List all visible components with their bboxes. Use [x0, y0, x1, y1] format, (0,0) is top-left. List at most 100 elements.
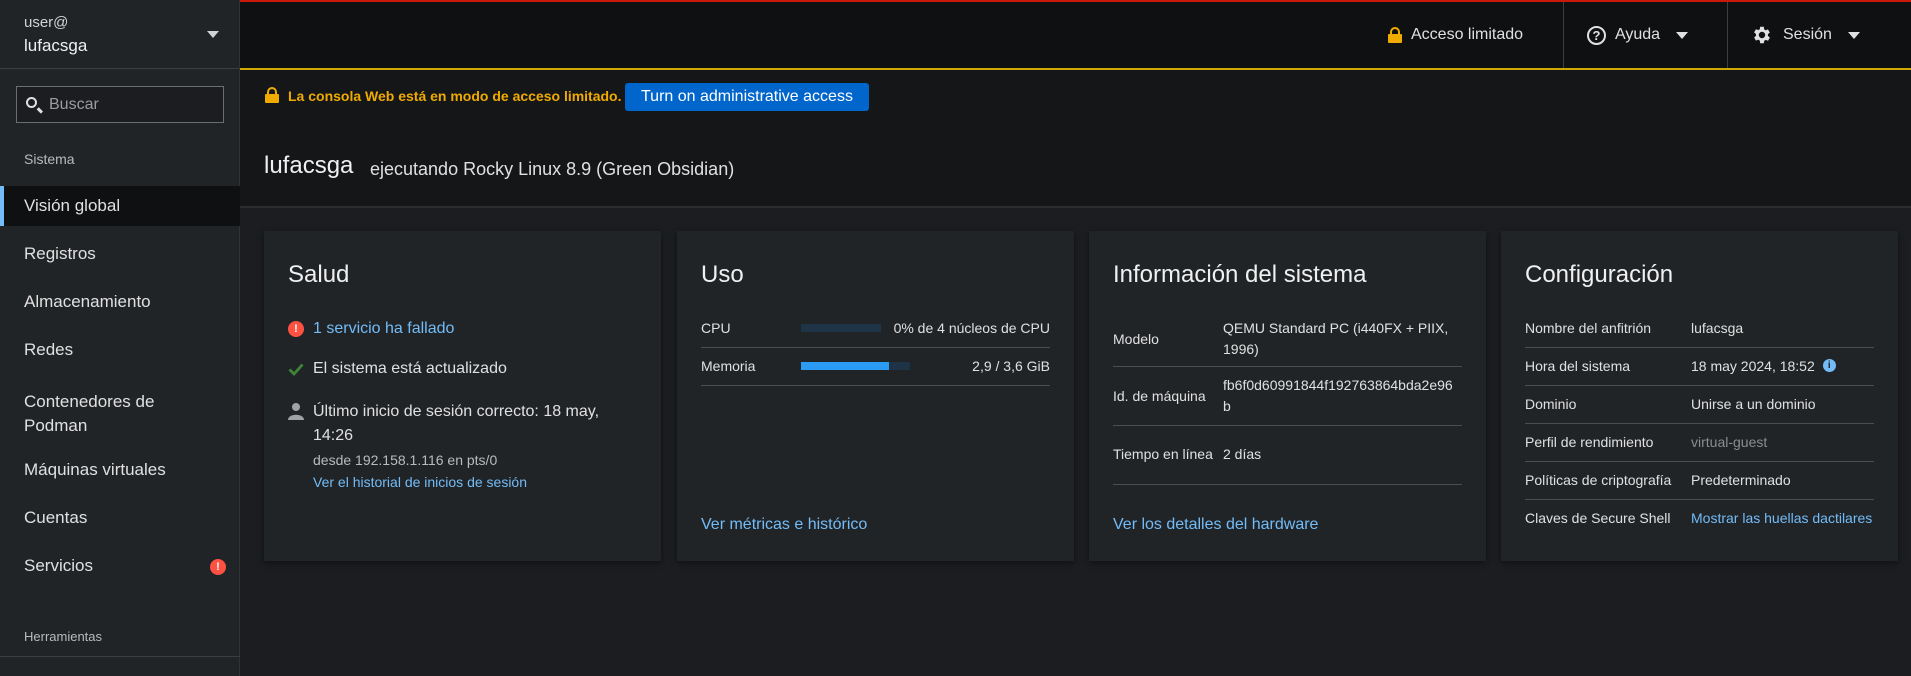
help-icon: ?: [1587, 25, 1606, 45]
uptime-row: Tiempo en línea 2 días: [1113, 425, 1462, 485]
cpu-label: CPU: [701, 320, 731, 336]
host-switcher[interactable]: user@ lufacsga: [0, 0, 239, 69]
sidebar-item-label: Registros: [24, 244, 96, 263]
ssh-keys-label: Claves de Secure Shell: [1525, 510, 1671, 526]
crypto-policy-row: Políticas de criptografía Predeterminado: [1525, 461, 1874, 500]
failed-services-link[interactable]: 1 servicio ha fallado: [313, 320, 454, 338]
last-login-text: Último inicio de sesión correcto: 18 may…: [313, 403, 600, 444]
page-title: lufacsga: [264, 152, 354, 179]
sidebar-item-label: Almacenamiento: [24, 292, 151, 311]
model-label: Modelo: [1113, 330, 1159, 347]
check-icon: [288, 363, 304, 377]
lock-icon: [1388, 27, 1402, 43]
sidebar-item-label: Cuentas: [24, 508, 88, 527]
page-header: lufacsga ejecutando Rocky Linux 8.9 (Gre…: [240, 126, 1911, 208]
limited-access-label: Acceso limitado: [1411, 26, 1524, 43]
sidebar-item-services[interactable]: Servicios !: [0, 546, 240, 586]
machine-id-value: fb6f0d60991844f192763864bda2e96b: [1223, 376, 1453, 414]
sidebar-item-label: Visión global: [24, 196, 121, 215]
divider: [1563, 2, 1564, 68]
limited-access-alert: La consola Web está en modo de acceso li…: [240, 70, 1911, 126]
admin-access-button[interactable]: Turn on administrative access: [625, 83, 869, 111]
sidebar-item-storage[interactable]: Almacenamiento: [0, 282, 240, 322]
ssh-fingerprints-link[interactable]: Mostrar las huellas dactilares: [1691, 510, 1872, 526]
sidebar-item-accounts[interactable]: Cuentas: [0, 498, 240, 538]
configuration-card: Configuración Nombre del anfitrión lufac…: [1501, 231, 1898, 561]
failed-services-row: ! 1 servicio ha fallado: [288, 320, 454, 338]
model-value: QEMU Standard PC (i440FX + PIIX, 1996): [1223, 319, 1449, 357]
crypto-policy-label: Políticas de criptografía: [1525, 472, 1672, 488]
crypto-policy-link[interactable]: Predeterminado: [1691, 472, 1791, 488]
sidebar-item-label: Servicios: [24, 556, 93, 575]
os-description: ejecutando Rocky Linux 8.9 (Green Obsidi…: [370, 159, 735, 179]
card-title: Configuración: [1525, 261, 1674, 288]
section-label-system: Sistema: [24, 151, 75, 167]
machine-id-row: Id. de máquina fb6f0d60991844f192763864b…: [1113, 366, 1462, 426]
sidebar-item-overview[interactable]: Visión global: [0, 186, 240, 226]
health-card: Salud ! 1 servicio ha fallado El sistema…: [264, 231, 661, 561]
card-title: Salud: [288, 261, 350, 288]
performance-profile-link[interactable]: virtual-guest: [1691, 434, 1767, 450]
system-time-link[interactable]: 18 may 2024, 18:52: [1691, 358, 1815, 374]
last-login-row: Último inicio de sesión correcto: 18 may…: [288, 400, 637, 490]
search-input[interactable]: [49, 87, 219, 122]
memory-value: 2,9 / 3,6 GiB: [972, 358, 1050, 374]
sidebar-item-label: Máquinas virtuales: [24, 460, 166, 479]
uptime-value: 2 días: [1223, 446, 1262, 462]
performance-profile-row: Perfil de rendimiento virtual-guest: [1525, 423, 1874, 462]
cpu-usage-bar: [801, 324, 881, 332]
cpu-row: CPU 0% de 4 núcleos de CPU: [701, 309, 1050, 348]
chevron-down-icon: [1847, 31, 1860, 39]
sidebar-item-logs[interactable]: Registros: [0, 234, 240, 274]
sidebar: user@ lufacsga Sistema Visión global Reg…: [0, 0, 240, 676]
hostname-edit-link[interactable]: lufacsga: [1691, 320, 1743, 336]
chevron-down-icon: [207, 31, 219, 38]
login-history-link[interactable]: Ver el historial de inicios de sesión: [313, 474, 623, 490]
divider: [0, 656, 240, 657]
search-box: [16, 86, 224, 123]
metrics-link[interactable]: Ver métricas e histórico: [701, 516, 867, 534]
hostname-row: Nombre del anfitrión lufacsga: [1525, 309, 1874, 348]
help-label: Ayuda: [1615, 26, 1661, 43]
uptime-label: Tiempo en línea: [1113, 446, 1213, 462]
lock-icon: [265, 87, 279, 103]
help-menu[interactable]: ? Ayuda: [1587, 2, 1689, 68]
machine-id-label: Id. de máquina: [1113, 387, 1206, 404]
divider: [1727, 2, 1728, 68]
gear-icon: [1754, 26, 1770, 44]
section-label-tools: Herramientas: [24, 629, 103, 644]
chevron-down-icon: [1676, 31, 1689, 39]
session-label: Sesión: [1783, 26, 1832, 43]
memory-usage-bar: [801, 362, 910, 370]
cpu-value: 0% de 4 núcleos de CPU: [893, 320, 1050, 336]
info-icon[interactable]: i: [1822, 358, 1836, 372]
sidebar-item-virtual-machines[interactable]: Máquinas virtuales: [0, 450, 240, 490]
system-time-row: Hora del sistema 18 may 2024, 18:52 i: [1525, 347, 1874, 386]
sidebar-item-networking[interactable]: Redes: [0, 330, 240, 370]
error-badge-icon: !: [210, 559, 226, 575]
session-menu[interactable]: Sesión: [1751, 2, 1860, 68]
domain-row: Dominio Unirse a un dominio: [1525, 385, 1874, 424]
updates-row: El sistema está actualizado: [288, 360, 507, 378]
memory-row: Memoria 2,9 / 3,6 GiB: [701, 347, 1050, 386]
join-domain-link[interactable]: Unirse a un dominio: [1691, 396, 1816, 412]
system-info-card: Información del sistema Modelo QEMU Stan…: [1089, 231, 1486, 561]
hardware-details-link[interactable]: Ver los detalles del hardware: [1113, 516, 1318, 534]
host-label: lufacsga: [24, 36, 88, 55]
system-time-label: Hora del sistema: [1525, 358, 1631, 374]
ssh-keys-row: Claves de Secure Shell Mostrar las huell…: [1525, 499, 1874, 537]
hostname-label: Nombre del anfitrión: [1525, 320, 1652, 336]
updates-status: El sistema está actualizado: [313, 360, 507, 377]
domain-label: Dominio: [1525, 396, 1577, 412]
error-icon: !: [288, 321, 304, 337]
limited-access-button[interactable]: Acceso limitado: [1388, 2, 1523, 68]
last-login-block: Último inicio de sesión correcto: 18 may…: [313, 400, 623, 490]
last-login-from: desde 192.158.1.116 en pts/0: [313, 452, 498, 468]
search-icon: [26, 97, 37, 108]
usage-card: Uso CPU 0% de 4 núcleos de CPU Memoria 2…: [677, 231, 1074, 561]
sidebar-item-podman[interactable]: Contenedores de Podman: [0, 386, 180, 442]
alert-text: La consola Web está en modo de acceso li…: [288, 88, 622, 104]
model-row: Modelo QEMU Standard PC (i440FX + PIIX, …: [1113, 311, 1462, 367]
performance-profile-label: Perfil de rendimiento: [1525, 434, 1654, 450]
card-title: Uso: [701, 261, 744, 288]
